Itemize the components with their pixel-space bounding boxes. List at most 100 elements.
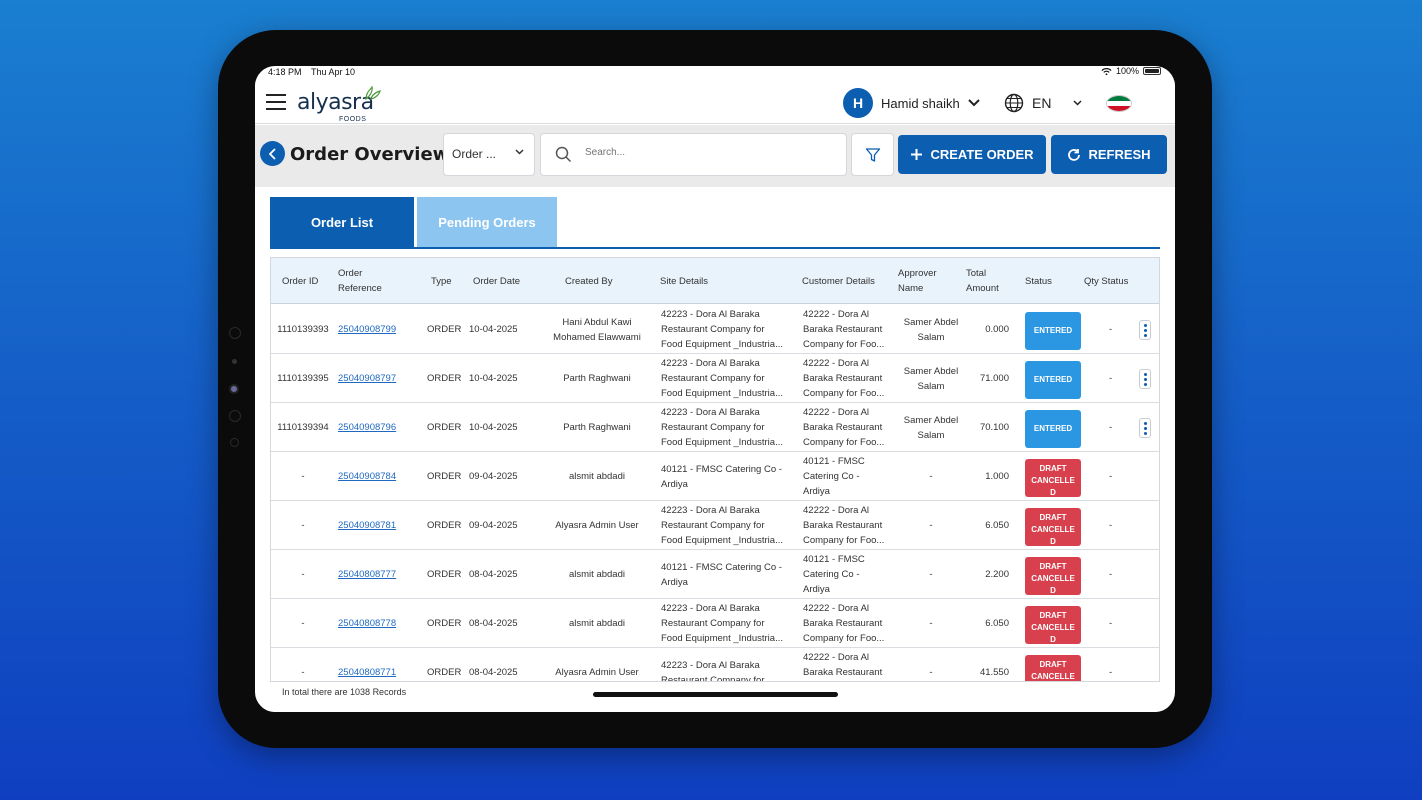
cell-site-details: 42223 - Dora Al Baraka Restaurant Company… xyxy=(661,356,799,401)
kuwait-flag-icon[interactable] xyxy=(1106,95,1132,112)
created-by-line1: alsmit abdadi xyxy=(569,569,625,580)
filter-icon xyxy=(865,147,880,162)
cell-approver: - xyxy=(893,665,969,680)
order-reference-link[interactable]: 25040908797 xyxy=(338,371,396,386)
cell-site-details: 42223 - Dora Al Baraka Restaurant Company… xyxy=(661,658,799,682)
header-status: Status xyxy=(1025,276,1052,287)
row-actions-menu-icon[interactable] xyxy=(1139,369,1151,389)
status-line1: DRAFT xyxy=(1039,660,1067,669)
table-row[interactable]: - 25040908781 ORDER 09-04-2025 Alyasra Admin… xyxy=(271,501,1159,550)
menu-icon[interactable] xyxy=(266,94,286,110)
site-line2: Restaurant Company for xyxy=(661,618,765,629)
tab-pending-orders[interactable]: Pending Orders xyxy=(417,197,557,248)
language-selector[interactable]: EN xyxy=(1004,93,1082,113)
cell-created-by: Parth Raghwani xyxy=(541,371,653,386)
site-line2: Ardiya xyxy=(661,577,688,588)
site-line1: 40121 - FMSC Catering Co - xyxy=(661,562,782,573)
cell-approver: - xyxy=(893,616,969,631)
user-name: Hamid shaikh xyxy=(881,95,960,111)
cell-approver: Samer Abdel Salam xyxy=(893,315,969,345)
header-order-ref-line1: Order xyxy=(338,268,363,279)
cell-order-id: 1110139394 xyxy=(277,422,329,433)
cell-qty-status: - xyxy=(1109,373,1113,384)
table-row[interactable]: 1110139395 25040908797 ORDER 10-04-2025 Part… xyxy=(271,354,1159,403)
site-line2: Restaurant Company for xyxy=(661,675,765,682)
status-line1: ENTERED xyxy=(1033,326,1073,335)
refresh-button[interactable]: REFRESH xyxy=(1051,135,1167,174)
created-by-line1: Alyasra Admin User xyxy=(555,667,639,678)
status-indicators: 100% xyxy=(1101,66,1161,76)
customer-line2: Baraka Restaurant xyxy=(803,520,883,531)
order-reference-link[interactable]: 25040908799 xyxy=(338,322,396,337)
row-actions-menu-icon[interactable] xyxy=(1139,418,1151,438)
main-content: Order List Pending Orders Order ID Order… xyxy=(262,187,1168,712)
approver-line2: Salam xyxy=(917,381,945,392)
app-screen: 4:18 PM Thu Apr 10 100% alyasra FOODS H … xyxy=(255,66,1175,712)
cell-type: ORDER xyxy=(427,324,462,335)
order-type-select[interactable]: Order ... xyxy=(443,133,535,176)
filter-button[interactable] xyxy=(851,133,894,176)
cell-site-details: 40121 - FMSC Catering Co - Ardiya xyxy=(661,560,799,590)
cell-customer-details: 42222 - Dora Al Baraka Restaurant Company … xyxy=(803,601,895,646)
customer-line1: 42222 - Dora Al xyxy=(803,358,870,369)
user-menu[interactable]: H Hamid shaikh xyxy=(843,88,980,118)
order-reference-link[interactable]: 25040808777 xyxy=(338,567,396,582)
order-reference-link[interactable]: 25040908781 xyxy=(338,518,396,533)
search-input[interactable] xyxy=(585,147,835,158)
home-indicator xyxy=(593,692,838,697)
cell-order-id: 1110139393 xyxy=(277,324,329,335)
logo-subtext: FOODS xyxy=(339,116,367,123)
customer-line2: Catering Co - xyxy=(803,569,860,580)
order-reference-link[interactable]: 25040808778 xyxy=(338,616,396,631)
cell-customer-details: 40121 - FMSC Catering Co - Ardiya xyxy=(803,552,895,597)
cell-total-amount: 71.000 xyxy=(979,373,1009,384)
cell-created-by: Alyasra Admin User xyxy=(541,665,653,680)
approver-line1: - xyxy=(929,520,933,531)
cell-site-details: 42223 - Dora Al Baraka Restaurant Company… xyxy=(661,307,799,352)
cell-order-date: 09-04-2025 xyxy=(469,520,518,531)
table-row[interactable]: 1110139393 25040908799 ORDER 10-04-2025 Hani… xyxy=(271,305,1159,354)
customer-line3: Ardiya xyxy=(803,486,830,497)
back-button[interactable] xyxy=(260,141,285,166)
cell-type: ORDER xyxy=(427,667,462,678)
cell-created-by: Alyasra Admin User xyxy=(541,518,653,533)
order-reference-link[interactable]: 25040908796 xyxy=(338,420,396,435)
cell-approver: - xyxy=(893,567,969,582)
tab-underline xyxy=(270,247,1160,249)
create-order-label: CREATE ORDER xyxy=(930,147,1034,162)
cell-qty-status: - xyxy=(1109,520,1113,531)
brand-logo: alyasra FOODS xyxy=(297,86,387,123)
cell-order-date: 10-04-2025 xyxy=(469,422,518,433)
customer-line1: 42222 - Dora Al xyxy=(803,407,870,418)
header-created-by: Created By xyxy=(565,276,613,287)
chevron-down-icon xyxy=(1073,100,1082,106)
site-line3: Food Equipment _Industria... xyxy=(661,535,783,546)
cell-total-amount: 1.000 xyxy=(985,471,1009,482)
table-row[interactable]: 1110139394 25040908796 ORDER 10-04-2025 Part… xyxy=(271,403,1159,452)
site-line3: Food Equipment _Industria... xyxy=(661,388,783,399)
table-row[interactable]: - 25040808778 ORDER 08-04-2025 alsmit abdadi… xyxy=(271,599,1159,648)
cell-total-amount: 70.100 xyxy=(979,422,1009,433)
cell-order-date: 09-04-2025 xyxy=(469,471,518,482)
customer-line1: 40121 - FMSC xyxy=(803,554,865,565)
header-order-id: Order ID xyxy=(282,276,319,287)
status-badge: DRAFT CANCELLE xyxy=(1025,655,1081,681)
cell-total-amount: 2.200 xyxy=(985,569,1009,580)
header-order-ref-line2: Reference xyxy=(338,283,382,294)
create-order-button[interactable]: CREATE ORDER xyxy=(898,135,1046,174)
tab-order-list[interactable]: Order List xyxy=(270,197,414,248)
site-line1: 42223 - Dora Al Baraka xyxy=(661,309,760,320)
table-row[interactable]: - 25040908784 ORDER 09-04-2025 alsmit abdadi… xyxy=(271,452,1159,501)
customer-line3: Company for Foo... xyxy=(803,339,885,350)
row-actions-menu-icon[interactable] xyxy=(1139,320,1151,340)
table-row[interactable]: - 25040808777 ORDER 08-04-2025 alsmit abdadi… xyxy=(271,550,1159,599)
status-line2: CANCELLE xyxy=(1031,476,1075,485)
order-reference-link[interactable]: 25040808771 xyxy=(338,665,396,680)
header-site-details: Site Details xyxy=(660,276,709,287)
approver-line1: Samer Abdel xyxy=(903,366,959,377)
cell-created-by: alsmit abdadi xyxy=(541,616,653,631)
table-row[interactable]: - 25040808771 ORDER 08-04-2025 Alyasra Admin… xyxy=(271,648,1159,682)
cell-type: ORDER xyxy=(427,471,462,482)
order-reference-link[interactable]: 25040908784 xyxy=(338,469,396,484)
header-qty-status: Qty Status xyxy=(1084,276,1129,287)
